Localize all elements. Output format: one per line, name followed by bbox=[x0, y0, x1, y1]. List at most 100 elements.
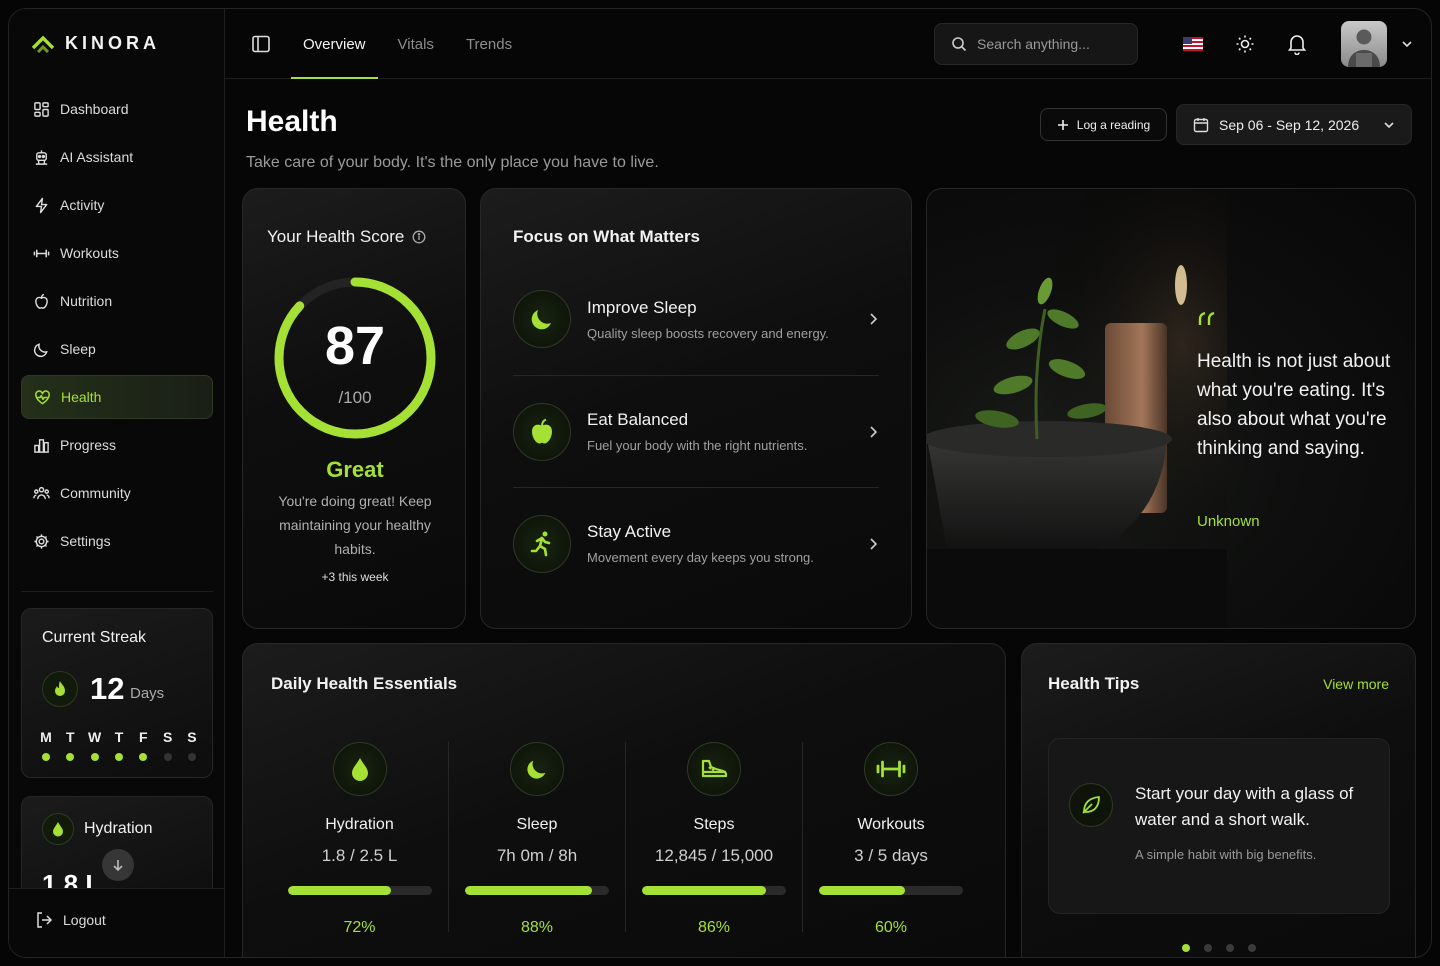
sidebar-item-community[interactable]: Community bbox=[21, 471, 213, 515]
tip-page-dot[interactable] bbox=[1226, 944, 1234, 952]
essential-progress-fill bbox=[287, 886, 392, 895]
day-dot-done bbox=[114, 753, 123, 761]
scroll-down-button[interactable] bbox=[102, 849, 134, 881]
essential-progress-fill bbox=[642, 886, 766, 895]
sidebar-item-workouts[interactable]: Workouts bbox=[21, 231, 213, 275]
focus-title: Focus on What Matters bbox=[513, 227, 701, 246]
health-score-value: 87 bbox=[324, 316, 386, 376]
essential-icon-badge bbox=[332, 742, 387, 796]
droplet-icon bbox=[351, 758, 368, 781]
streak-title: Current Streak bbox=[42, 629, 147, 646]
page-title: Health bbox=[246, 105, 338, 138]
info-icon[interactable] bbox=[412, 230, 426, 244]
top-bar: Overview Vitals Trends bbox=[225, 9, 1431, 79]
flame-icon bbox=[55, 681, 65, 696]
sidebar: KINORA Dashboard AI Assistant Activity W… bbox=[9, 9, 225, 957]
sidebar-divider bbox=[21, 591, 213, 592]
sidebar-item-activity[interactable]: Activity bbox=[21, 183, 213, 227]
calendar-icon bbox=[1193, 117, 1209, 132]
day-letter: S bbox=[162, 729, 173, 745]
top-tabs: Overview Vitals Trends bbox=[291, 9, 514, 79]
streak-value: 12 bbox=[90, 671, 125, 706]
streak-day: F bbox=[136, 729, 150, 761]
focus-item-name: Stay Active bbox=[587, 522, 672, 541]
sidebar-item-progress[interactable]: Progress bbox=[21, 423, 213, 467]
focus-item-eat-balanced[interactable]: Eat Balanced Fuel your body with the rig… bbox=[513, 375, 879, 487]
tab-trends[interactable]: Trends bbox=[464, 9, 514, 79]
droplet-icon bbox=[53, 822, 63, 837]
essential-progress-bar bbox=[642, 886, 786, 895]
tab-vitals[interactable]: Vitals bbox=[396, 9, 436, 79]
focus-item-stay-active[interactable]: Stay Active Movement every day keeps you… bbox=[513, 487, 879, 599]
tip-page-dot[interactable] bbox=[1248, 944, 1256, 952]
streak-badge bbox=[42, 671, 78, 707]
essential-progress-bar bbox=[465, 886, 609, 895]
dashboard-icon bbox=[34, 101, 49, 117]
logout-icon bbox=[37, 912, 53, 928]
day-dot-done bbox=[139, 753, 148, 761]
sidebar-item-label: AI Assistant bbox=[60, 149, 134, 165]
search-icon bbox=[952, 37, 967, 52]
streak-day: S bbox=[161, 729, 175, 761]
tip-subtext: A simple habit with big benefits. bbox=[1135, 847, 1317, 862]
log-reading-button[interactable]: Log a reading bbox=[1040, 108, 1167, 141]
dumbbell-icon bbox=[876, 760, 906, 778]
language-selector[interactable] bbox=[1183, 37, 1203, 51]
tip-slide[interactable]: Start your day with a glass of water and… bbox=[1048, 738, 1390, 914]
day-dot-missed bbox=[187, 753, 196, 761]
sidebar-toggle-button[interactable] bbox=[251, 34, 271, 59]
focus-item-desc: Movement every day keeps you strong. bbox=[587, 550, 814, 565]
sidebar-item-ai-assistant[interactable]: AI Assistant bbox=[21, 135, 213, 179]
focus-icon-badge bbox=[513, 514, 571, 573]
sidebar-item-health[interactable]: Health bbox=[21, 375, 213, 419]
tip-page-dot-active[interactable] bbox=[1182, 944, 1190, 952]
tip-pagination bbox=[1182, 944, 1256, 952]
day-letter: S bbox=[187, 729, 197, 745]
logout-button[interactable]: Logout bbox=[35, 911, 106, 929]
chevron-right-icon bbox=[870, 425, 878, 438]
focus-item-improve-sleep[interactable]: Improve Sleep Quality sleep boosts recov… bbox=[513, 263, 879, 375]
streak-week: M T W T F S S bbox=[39, 729, 199, 761]
essential-progress-bar bbox=[287, 886, 432, 895]
essential-value: 12,845 / 15,000 bbox=[654, 846, 774, 865]
date-range-picker[interactable]: Sep 06 - Sep 12, 2026 bbox=[1176, 104, 1412, 145]
user-avatar[interactable] bbox=[1341, 21, 1387, 67]
chevron-right-icon bbox=[870, 537, 878, 550]
day-letter: T bbox=[66, 729, 75, 745]
streak-day: W bbox=[88, 729, 102, 761]
heart-pulse-icon bbox=[35, 389, 50, 404]
theme-toggle-button[interactable] bbox=[1235, 34, 1255, 59]
bar-chart-icon bbox=[34, 438, 49, 453]
essential-percent: 88% bbox=[520, 919, 554, 936]
brand-logo[interactable]: KINORA bbox=[31, 33, 160, 54]
logout-label: Logout bbox=[63, 912, 106, 928]
essential-name: Hydration bbox=[325, 816, 394, 833]
sidebar-item-sleep[interactable]: Sleep bbox=[21, 327, 213, 371]
plant-candle-illustration bbox=[927, 189, 1227, 628]
sidebar-item-label: Community bbox=[60, 485, 131, 501]
account-menu-button[interactable] bbox=[1401, 37, 1413, 55]
community-icon bbox=[33, 486, 50, 499]
quote-author: Unknown bbox=[1197, 513, 1260, 530]
tip-page-dot[interactable] bbox=[1204, 944, 1212, 952]
essential-icon-badge bbox=[687, 742, 741, 796]
tip-icon-badge bbox=[1069, 783, 1113, 827]
sidebar-item-dashboard[interactable]: Dashboard bbox=[21, 87, 213, 131]
focus-item-desc: Fuel your body with the right nutrients. bbox=[587, 438, 808, 453]
health-score-max: /100 bbox=[338, 388, 372, 407]
shoe-icon bbox=[701, 759, 728, 778]
kinora-logo-icon bbox=[31, 35, 55, 53]
health-score-message: You're doing great! Keep maintaining you… bbox=[278, 493, 432, 557]
focus-item-name: Improve Sleep bbox=[587, 297, 697, 317]
search-input[interactable] bbox=[977, 36, 1127, 52]
sun-icon bbox=[1236, 35, 1254, 53]
essential-value: 7h 0m / 8h bbox=[496, 846, 578, 865]
sidebar-item-nutrition[interactable]: Nutrition bbox=[21, 279, 213, 323]
page-subtitle: Take care of your body. It's the only pl… bbox=[246, 154, 659, 171]
sidebar-item-label: Health bbox=[61, 389, 102, 405]
sidebar-item-settings[interactable]: Settings bbox=[21, 519, 213, 563]
essential-sleep: Sleep 7h 0m / 8h 88% bbox=[448, 742, 625, 936]
notifications-button[interactable] bbox=[1287, 33, 1307, 60]
tab-overview[interactable]: Overview bbox=[291, 9, 377, 79]
view-more-link[interactable]: View more bbox=[1323, 676, 1389, 692]
